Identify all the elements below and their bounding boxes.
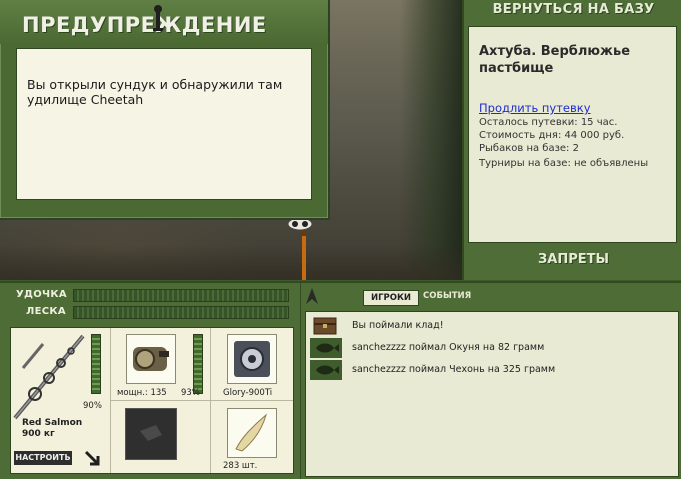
empty-slot-icon — [140, 425, 162, 441]
line-tension-meter — [73, 306, 289, 319]
pin-icon — [153, 5, 163, 31]
rod-percent: 90% — [83, 401, 102, 411]
reel-percent: 93% — [181, 388, 200, 398]
return-to-base-button[interactable]: ВЕРНУТЬСЯ НА БАЗУ — [464, 2, 681, 22]
list-item: Вы поймали клад! — [310, 316, 670, 336]
tune-button[interactable]: НАСТРОИТЬ — [14, 451, 72, 465]
line-spool-icon — [234, 341, 270, 377]
settings-arrow-icon[interactable] — [84, 450, 100, 466]
compass-arrow-icon[interactable] — [305, 287, 319, 305]
shore-bank — [0, 245, 462, 280]
list-item: sanchezzzz поймал Окуня на 82 грамм — [310, 338, 670, 358]
events-panel: ИГРОКИ СОБЫТИЯ Вы поймали клад! sanchezz… — [300, 281, 681, 479]
location-info: Ахтуба. Верблюжье пастбище Продлить путе… — [468, 26, 677, 243]
dialog-title: ПРЕДУПРЕЖДЕНИЕ — [22, 13, 267, 37]
line-name: Glory-900Ti — [223, 388, 273, 398]
bans-button[interactable]: ЗАПРЕТЫ — [464, 252, 681, 267]
rod-meter-label: УДОЧКА — [16, 289, 67, 300]
rod-test: 900 кг — [22, 429, 55, 439]
rod-tension-meter — [73, 289, 289, 302]
tab-players[interactable]: ИГРОКИ — [363, 290, 419, 306]
rod-tip-icon — [302, 230, 306, 280]
reeds — [400, 0, 462, 280]
rod-condition-bar — [91, 334, 101, 394]
log-entry-text: sanchezzzz поймал Окуня на 82 грамм — [352, 342, 545, 353]
divider — [111, 400, 293, 401]
dialog-body: Вы открыли сундук и обнаружили там удили… — [16, 48, 312, 200]
hook-slot[interactable] — [125, 408, 177, 460]
list-item: sanchezzzz поймал Чехонь на 325 грамм — [310, 360, 670, 380]
chest-icon — [313, 317, 337, 335]
permit-remaining: Осталось путевки: 15 час. — [479, 117, 618, 128]
fish-icon — [310, 360, 342, 380]
rod-name: Red Salmon — [22, 418, 83, 428]
line-meter-label: ЛЕСКА — [26, 306, 66, 317]
bait-slot[interactable] — [227, 408, 277, 458]
reel-condition-bar — [193, 334, 203, 394]
rod-icon[interactable] — [13, 334, 89, 420]
log-entry-text: sanchezzzz поймал Чехонь на 325 грамм — [352, 364, 556, 375]
line-slot[interactable] — [227, 334, 277, 384]
location-name: Ахтуба. Верблюжье пастбище — [479, 44, 631, 76]
gear-panel: УДОЧКА ЛЕСКА 90% Red Salmon 900 кг мощн.… — [0, 281, 300, 479]
tab-events[interactable]: СОБЫТИЯ — [423, 291, 471, 301]
reel-power: мощн.: 135 — [117, 388, 167, 398]
dialog-message: Вы открыли сундук и обнаружили там удили… — [27, 77, 283, 107]
bait-count: 283 шт. — [223, 461, 258, 471]
log-entry-text: Вы поймали клад! — [352, 320, 444, 331]
reel-icon — [133, 347, 169, 371]
anglers-count: Рыбаков на базе: 2 — [479, 143, 579, 154]
fish-icon — [310, 338, 342, 358]
reel-slot[interactable] — [126, 334, 176, 384]
day-cost: Стоимость дня: 44 000 руб. — [479, 130, 625, 141]
tournaments-status: Турниры на базе: не объявлены — [479, 158, 649, 169]
event-log[interactable]: Вы поймали клад! sanchezzzz поймал Окуня… — [305, 311, 679, 477]
extend-permit-link[interactable]: Продлить путевку — [479, 101, 591, 115]
warning-dialog: ПРЕДУПРЕЖДЕНИЕ Вы открыли сундук и обнар… — [0, 0, 330, 220]
location-panel: ВЕРНУТЬСЯ НА БАЗУ Ахтуба. Верблюжье паст… — [462, 0, 681, 280]
bait-icon — [235, 413, 267, 452]
